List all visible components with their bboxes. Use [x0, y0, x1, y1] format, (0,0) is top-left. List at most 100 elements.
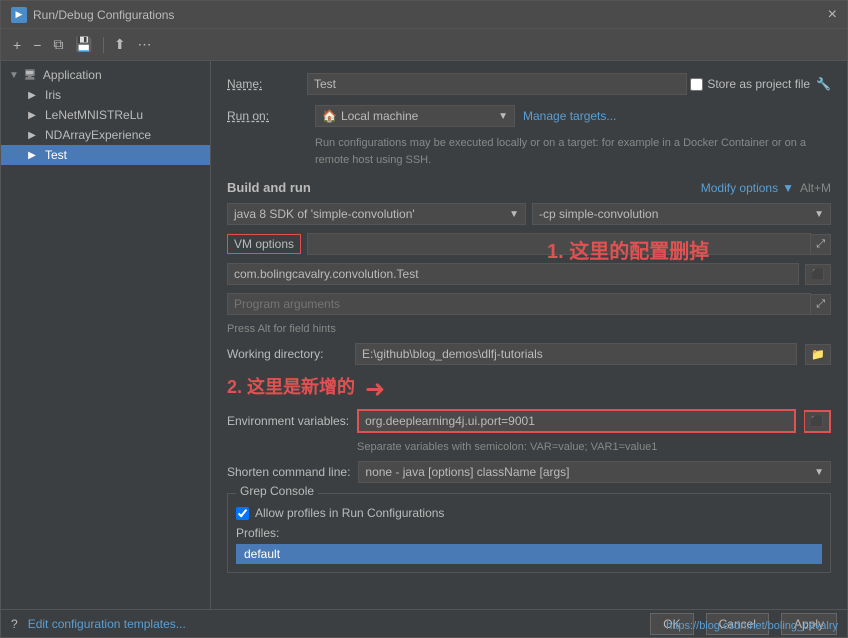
sidebar-group-label: Application — [43, 68, 102, 82]
vm-options-expand-btn[interactable]: ⤢ — [811, 234, 831, 255]
run-on-row: Run on: 🏠 Local machine ▼ Manage targets… — [227, 105, 831, 127]
name-input[interactable] — [307, 73, 687, 95]
sidebar-item-ndarray[interactable]: ▶ NDArrayExperience — [1, 125, 210, 145]
add-button[interactable]: + — [9, 35, 25, 55]
lenet-icon: ▶ — [25, 108, 39, 122]
application-icon: 🖥 — [23, 68, 37, 82]
sdk-value: java 8 SDK of 'simple-convolution' — [234, 207, 415, 221]
bottom-left: ? Edit configuration templates... — [11, 617, 186, 631]
grep-console-title-row: Grep Console — [236, 484, 822, 498]
modify-options-arrow: ▼ — [782, 181, 794, 195]
sdk-row: java 8 SDK of 'simple-convolution' ▼ -cp… — [227, 203, 831, 225]
env-var-row: Environment variables: ⬛ — [227, 409, 831, 433]
env-var-label: Environment variables: — [227, 414, 349, 428]
dialog-icon: ▶ — [11, 7, 27, 23]
grep-console-title: Grep Console — [236, 484, 318, 498]
modify-options-link[interactable]: Modify options ▼ Alt+M — [701, 181, 831, 195]
run-on-label: Run on: — [227, 109, 307, 123]
iris-icon: ▶ — [25, 88, 39, 102]
classpath-dropdown-arrow: ▼ — [814, 209, 824, 220]
hint-text: Press Alt for field hints — [227, 323, 831, 335]
main-class-input[interactable] — [227, 263, 799, 285]
help-button[interactable]: ? — [11, 617, 18, 631]
working-dir-row: Working directory: 📁 — [227, 343, 831, 365]
sidebar-item-iris-label: Iris — [45, 88, 61, 102]
home-icon: 🏠 — [322, 109, 337, 123]
main-class-row: ⬛ — [227, 263, 831, 285]
working-dir-input[interactable] — [355, 343, 797, 365]
toolbar: + − ⧉ 💾 ⬆ ⋯ — [1, 29, 847, 61]
store-project-checkbox-label[interactable]: Store as project file — [690, 77, 810, 91]
sidebar-item-test-label: Test — [45, 148, 67, 162]
remove-button[interactable]: − — [29, 35, 45, 55]
title-bar-left: ▶ Run/Debug Configurations — [11, 7, 174, 23]
expand-arrow: ▼ — [9, 70, 19, 81]
annotation-2-row: 2. 这里是新增的 ➜ — [227, 373, 831, 405]
sidebar-item-lenet[interactable]: ▶ LeNetMNISTReLu — [1, 105, 210, 125]
more-button[interactable]: ⋯ — [134, 34, 156, 55]
env-hint: Separate variables with semicolon: VAR=v… — [227, 441, 831, 453]
shorten-value: none - java [options] className [args] — [365, 465, 569, 479]
modify-options-shortcut: Alt+M — [800, 181, 831, 195]
shorten-dropdown-arrow: ▼ — [814, 467, 824, 478]
sidebar-group-application[interactable]: ▼ 🖥 Application — [1, 65, 210, 85]
sidebar-item-lenet-label: LeNetMNISTReLu — [45, 108, 143, 122]
sidebar-item-iris[interactable]: ▶ Iris — [1, 85, 210, 105]
sdk-dropdown-arrow: ▼ — [509, 209, 519, 220]
store-project-row: Store as project file 🔧 — [690, 77, 831, 91]
program-args-row: ⤢ — [227, 293, 831, 315]
sidebar-item-ndarray-label: NDArrayExperience — [45, 128, 151, 142]
manage-targets-link[interactable]: Manage targets... — [523, 109, 616, 123]
shorten-row: Shorten command line: none - java [optio… — [227, 461, 831, 483]
vm-options-row: VM options ⤢ 1. 这里的配置删掉 — [227, 233, 831, 255]
shorten-label: Shorten command line: — [227, 465, 350, 479]
store-project-label: Store as project file — [707, 77, 810, 91]
program-args-input[interactable] — [227, 293, 811, 315]
save-button[interactable]: 💾 — [71, 34, 96, 55]
content-area: Name: Store as project file 🔧 Run on: 🏠 … — [211, 61, 847, 609]
profiles-section: Profiles: default — [236, 526, 822, 564]
title-bar: ▶ Run/Debug Configurations × — [1, 1, 847, 29]
build-run-section-header: Build and run Modify options ▼ Alt+M — [227, 180, 831, 195]
move-up-button[interactable]: ⬆ — [110, 34, 130, 55]
program-args-expand-btn[interactable]: ⤢ — [811, 294, 831, 315]
test-icon: ▶ — [25, 148, 39, 162]
shorten-dropdown[interactable]: none - java [options] className [args] ▼ — [358, 461, 831, 483]
sdk-dropdown[interactable]: java 8 SDK of 'simple-convolution' ▼ — [227, 203, 526, 225]
profiles-label: Profiles: — [236, 526, 822, 540]
edit-templates-link[interactable]: Edit configuration templates... — [28, 617, 186, 631]
dropdown-arrow-run-on: ▼ — [498, 111, 508, 122]
main-class-browse-btn[interactable]: ⬛ — [805, 264, 831, 285]
run-on-value: Local machine — [341, 109, 418, 123]
run-debug-dialog: ▶ Run/Debug Configurations × + − ⧉ 💾 ⬆ ⋯… — [0, 0, 848, 638]
arrow-icon: ➜ — [365, 375, 385, 404]
annotation-2: 2. 这里是新增的 — [227, 373, 355, 399]
ndarray-icon: ▶ — [25, 128, 39, 142]
name-label: Name: — [227, 77, 307, 91]
close-button[interactable]: × — [828, 7, 837, 23]
program-args-field: ⤢ — [227, 293, 831, 315]
env-var-browse-btn[interactable]: ⬛ — [804, 410, 831, 433]
sidebar-item-test[interactable]: ▶ Test — [1, 145, 210, 165]
classpath-dropdown[interactable]: -cp simple-convolution ▼ — [532, 203, 831, 225]
working-dir-label: Working directory: — [227, 347, 347, 361]
watermark: https://blog.csdn.net/boling_cavalry — [666, 620, 838, 632]
allow-profiles-row: Allow profiles in Run Configurations — [236, 506, 822, 520]
working-dir-browse-btn[interactable]: 📁 — [805, 344, 831, 365]
modify-options-label: Modify options — [701, 181, 778, 195]
grep-console-group: Grep Console Allow profiles in Run Confi… — [227, 493, 831, 573]
name-row: Name: Store as project file 🔧 — [227, 73, 831, 95]
env-var-input[interactable] — [357, 409, 796, 433]
allow-profiles-label: Allow profiles in Run Configurations — [255, 506, 444, 520]
store-project-icon: 🔧 — [816, 77, 831, 91]
allow-profiles-checkbox[interactable] — [236, 507, 249, 520]
run-on-dropdown[interactable]: 🏠 Local machine ▼ — [315, 105, 515, 127]
profile-item-default[interactable]: default — [236, 544, 822, 564]
classpath-value: -cp simple-convolution — [539, 207, 658, 221]
store-project-checkbox[interactable] — [690, 78, 703, 91]
dialog-title: Run/Debug Configurations — [33, 8, 174, 22]
sidebar: ▼ 🖥 Application ▶ Iris ▶ LeNetMNISTReLu … — [1, 61, 211, 609]
annotation-1: 1. 这里的配置删掉 — [547, 235, 709, 264]
copy-button[interactable]: ⧉ — [49, 34, 67, 55]
main-area: ▼ 🖥 Application ▶ Iris ▶ LeNetMNISTReLu … — [1, 61, 847, 609]
